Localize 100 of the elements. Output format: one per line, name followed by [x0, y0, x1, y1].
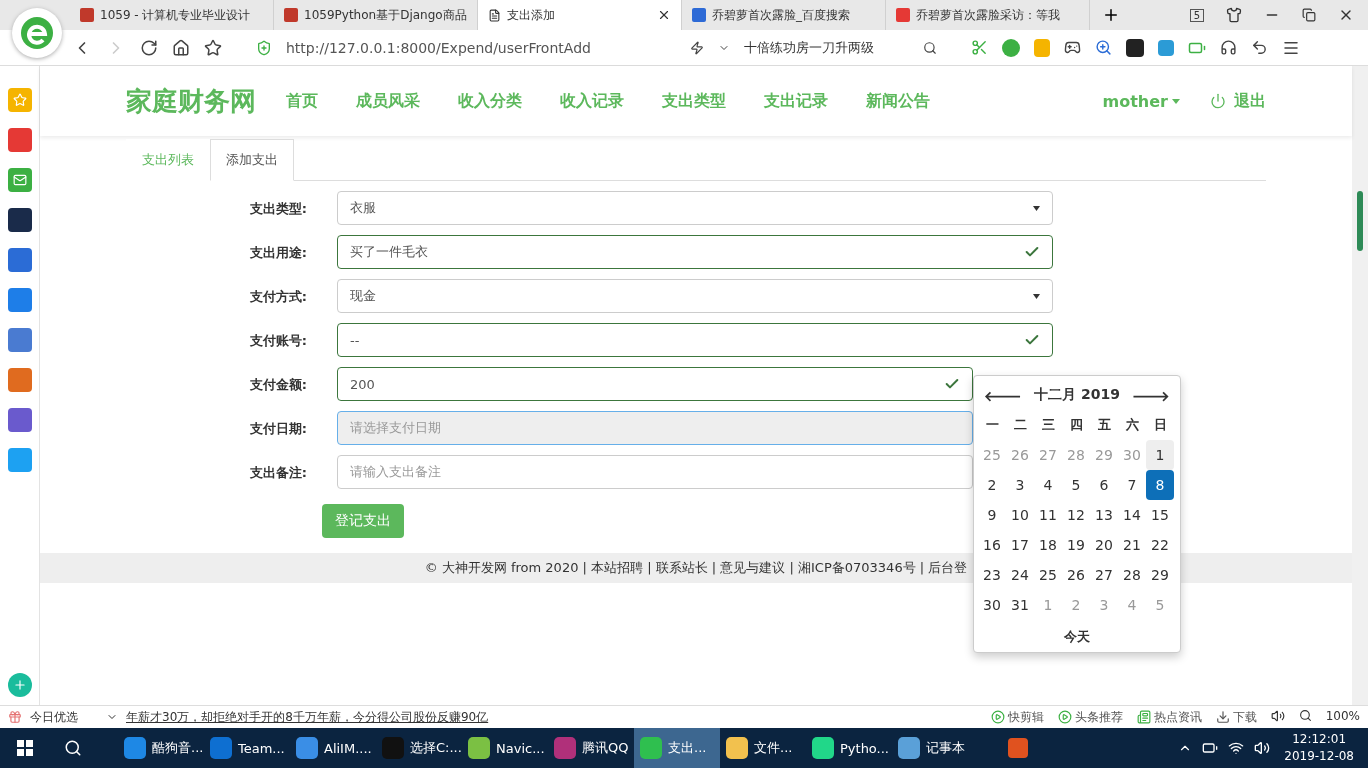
page-tab[interactable]: 添加支出: [210, 139, 294, 181]
calendar-day[interactable]: 21: [1118, 530, 1146, 560]
calendar-day[interactable]: 30: [978, 590, 1006, 620]
zoom-icon[interactable]: [1298, 708, 1312, 722]
calendar-day[interactable]: 17: [1006, 530, 1034, 560]
calendar-day[interactable]: 27: [1090, 560, 1118, 590]
input-field[interactable]: 买了一件毛衣: [337, 235, 1053, 269]
taskbar-app[interactable]: 记事本: [892, 728, 978, 768]
scrollbar-thumb[interactable]: [1357, 191, 1363, 251]
taskbar-app[interactable]: 文件...: [720, 728, 806, 768]
home-icon[interactable]: [172, 38, 190, 57]
calendar-day[interactable]: 15: [1146, 500, 1174, 530]
shirt-icon[interactable]: [1226, 7, 1242, 23]
tab-count[interactable]: 5: [1189, 8, 1204, 22]
mail-icon[interactable]: [7, 168, 32, 192]
browser-tab[interactable]: 1059 - 计算机专业毕业设计: [70, 0, 274, 30]
calendar-day[interactable]: 31: [1006, 590, 1034, 620]
status-item[interactable]: 快剪辑: [990, 708, 1044, 726]
calendar-day[interactable]: 9: [978, 500, 1006, 530]
wifi-icon[interactable]: [1228, 740, 1245, 756]
taskbar-app[interactable]: 支出...: [634, 728, 720, 768]
calendar-day[interactable]: 16: [978, 530, 1006, 560]
prev-month-button[interactable]: 🡐: [984, 386, 1022, 404]
select-field[interactable]: 现金: [337, 279, 1053, 313]
calendar-day[interactable]: 8: [1146, 470, 1174, 500]
windows-icon[interactable]: [17, 740, 33, 756]
taskbar-app[interactable]: Navic...: [462, 728, 548, 768]
calendar-day[interactable]: 19: [1062, 530, 1090, 560]
new-tab-icon[interactable]: [1102, 6, 1120, 24]
status-item[interactable]: 下载: [1215, 708, 1257, 726]
calendar-day[interactable]: 29: [1146, 560, 1174, 590]
search-icon[interactable]: [64, 739, 82, 757]
month-title[interactable]: 十二月 2019: [1034, 386, 1120, 404]
taskbar-app[interactable]: 选择C:...: [376, 728, 462, 768]
app-icon[interactable]: [7, 208, 32, 232]
taskbar-app[interactable]: 酷狗音...: [118, 728, 204, 768]
gamepad-icon[interactable]: [1064, 39, 1081, 56]
field-label: 支出用途:: [248, 244, 307, 262]
calendar-day[interactable]: 24: [1006, 560, 1034, 590]
calendar-day[interactable]: 25: [1034, 560, 1062, 590]
field-label: 支付金额:: [248, 376, 307, 394]
lightning-icon[interactable]: [690, 40, 704, 55]
input-field[interactable]: --: [337, 323, 1053, 357]
volume-icon[interactable]: [1254, 740, 1271, 756]
calendar-day[interactable]: 6: [1090, 470, 1118, 500]
scissors-icon[interactable]: [971, 39, 988, 56]
browser-tab[interactable]: 乔碧萝首次露脸采访：等我: [886, 0, 1090, 30]
calendar-day[interactable]: 13: [1090, 500, 1118, 530]
star-icon[interactable]: [204, 38, 222, 57]
calendar-day[interactable]: 5: [1062, 470, 1090, 500]
tab-favicon-icon: [80, 8, 94, 22]
taskbar-app[interactable]: Pytho...: [806, 728, 892, 768]
calendar-day[interactable]: 23: [978, 560, 1006, 590]
today-button[interactable]: 今天: [978, 620, 1176, 646]
reload-icon[interactable]: [140, 38, 158, 57]
tab-favicon-icon: [896, 8, 910, 22]
calendar-day[interactable]: 28: [1118, 560, 1146, 590]
calendar-day[interactable]: 11: [1034, 500, 1062, 530]
status-item[interactable]: 热点资讯: [1136, 708, 1202, 726]
calendar-day[interactable]: 3: [1006, 470, 1034, 500]
select-field[interactable]: 衣服: [337, 191, 1053, 225]
calendar-day[interactable]: 1: [1146, 440, 1174, 470]
calendar-day[interactable]: 22: [1146, 530, 1174, 560]
volume-icon[interactable]: [1270, 708, 1285, 723]
status-item[interactable]: 头条推荐: [1057, 708, 1123, 726]
url-field[interactable]: http://127.0.0.1:8000/Expend/userFrontAdd: [286, 39, 676, 56]
browser-logo[interactable]: [12, 8, 62, 58]
calendar-day[interactable]: 10: [1006, 500, 1034, 530]
undo-icon[interactable]: [1251, 39, 1268, 56]
calendar-day[interactable]: 18: [1034, 530, 1062, 560]
taskbar-app[interactable]: AliIM....: [290, 728, 376, 768]
restore-icon[interactable]: [1302, 8, 1316, 22]
search-icon[interactable]: [923, 40, 937, 55]
calendar-day[interactable]: 20: [1090, 530, 1118, 560]
browser-tab[interactable]: 乔碧萝首次露脸_百度搜索: [682, 0, 886, 30]
clock-time[interactable]: 12:12:01: [1292, 731, 1347, 748]
calendar-day[interactable]: 7: [1118, 470, 1146, 500]
close-icon: [657, 8, 671, 22]
calendar-day[interactable]: 26: [1062, 560, 1090, 590]
app-icon[interactable]: [1126, 38, 1144, 57]
search-field[interactable]: 十倍练功房一刀升两级: [744, 38, 909, 57]
browser-tab[interactable]: 支出添加: [478, 0, 682, 30]
magnifier-icon[interactable]: [1095, 39, 1112, 56]
taskbar-app[interactable]: 腾讯QQ: [548, 728, 634, 768]
battery-icon[interactable]: [1202, 740, 1219, 756]
power-icon: [1210, 93, 1226, 109]
zoom-level[interactable]: 100%: [1325, 708, 1360, 726]
news-link[interactable]: 年薪才30万，却拒绝对手开的8千万年薪，今分得公司股份反赚90亿: [126, 708, 489, 726]
next-month-button[interactable]: 🡒: [1132, 386, 1170, 404]
play-icon: [990, 710, 1005, 724]
tab-favicon-icon: [284, 8, 298, 22]
taskbar-app[interactable]: Team...: [204, 728, 290, 768]
calendar-day[interactable]: 2: [978, 470, 1006, 500]
calendar-day[interactable]: 12: [1062, 500, 1090, 530]
clock-date[interactable]: 2019-12-08: [1284, 748, 1354, 765]
status-label[interactable]: 今日优选: [30, 708, 78, 726]
headphones-icon[interactable]: [1220, 39, 1237, 56]
calendar-day[interactable]: 14: [1118, 500, 1146, 530]
calendar-day[interactable]: 4: [1034, 470, 1062, 500]
input-field[interactable]: 200: [337, 367, 973, 401]
